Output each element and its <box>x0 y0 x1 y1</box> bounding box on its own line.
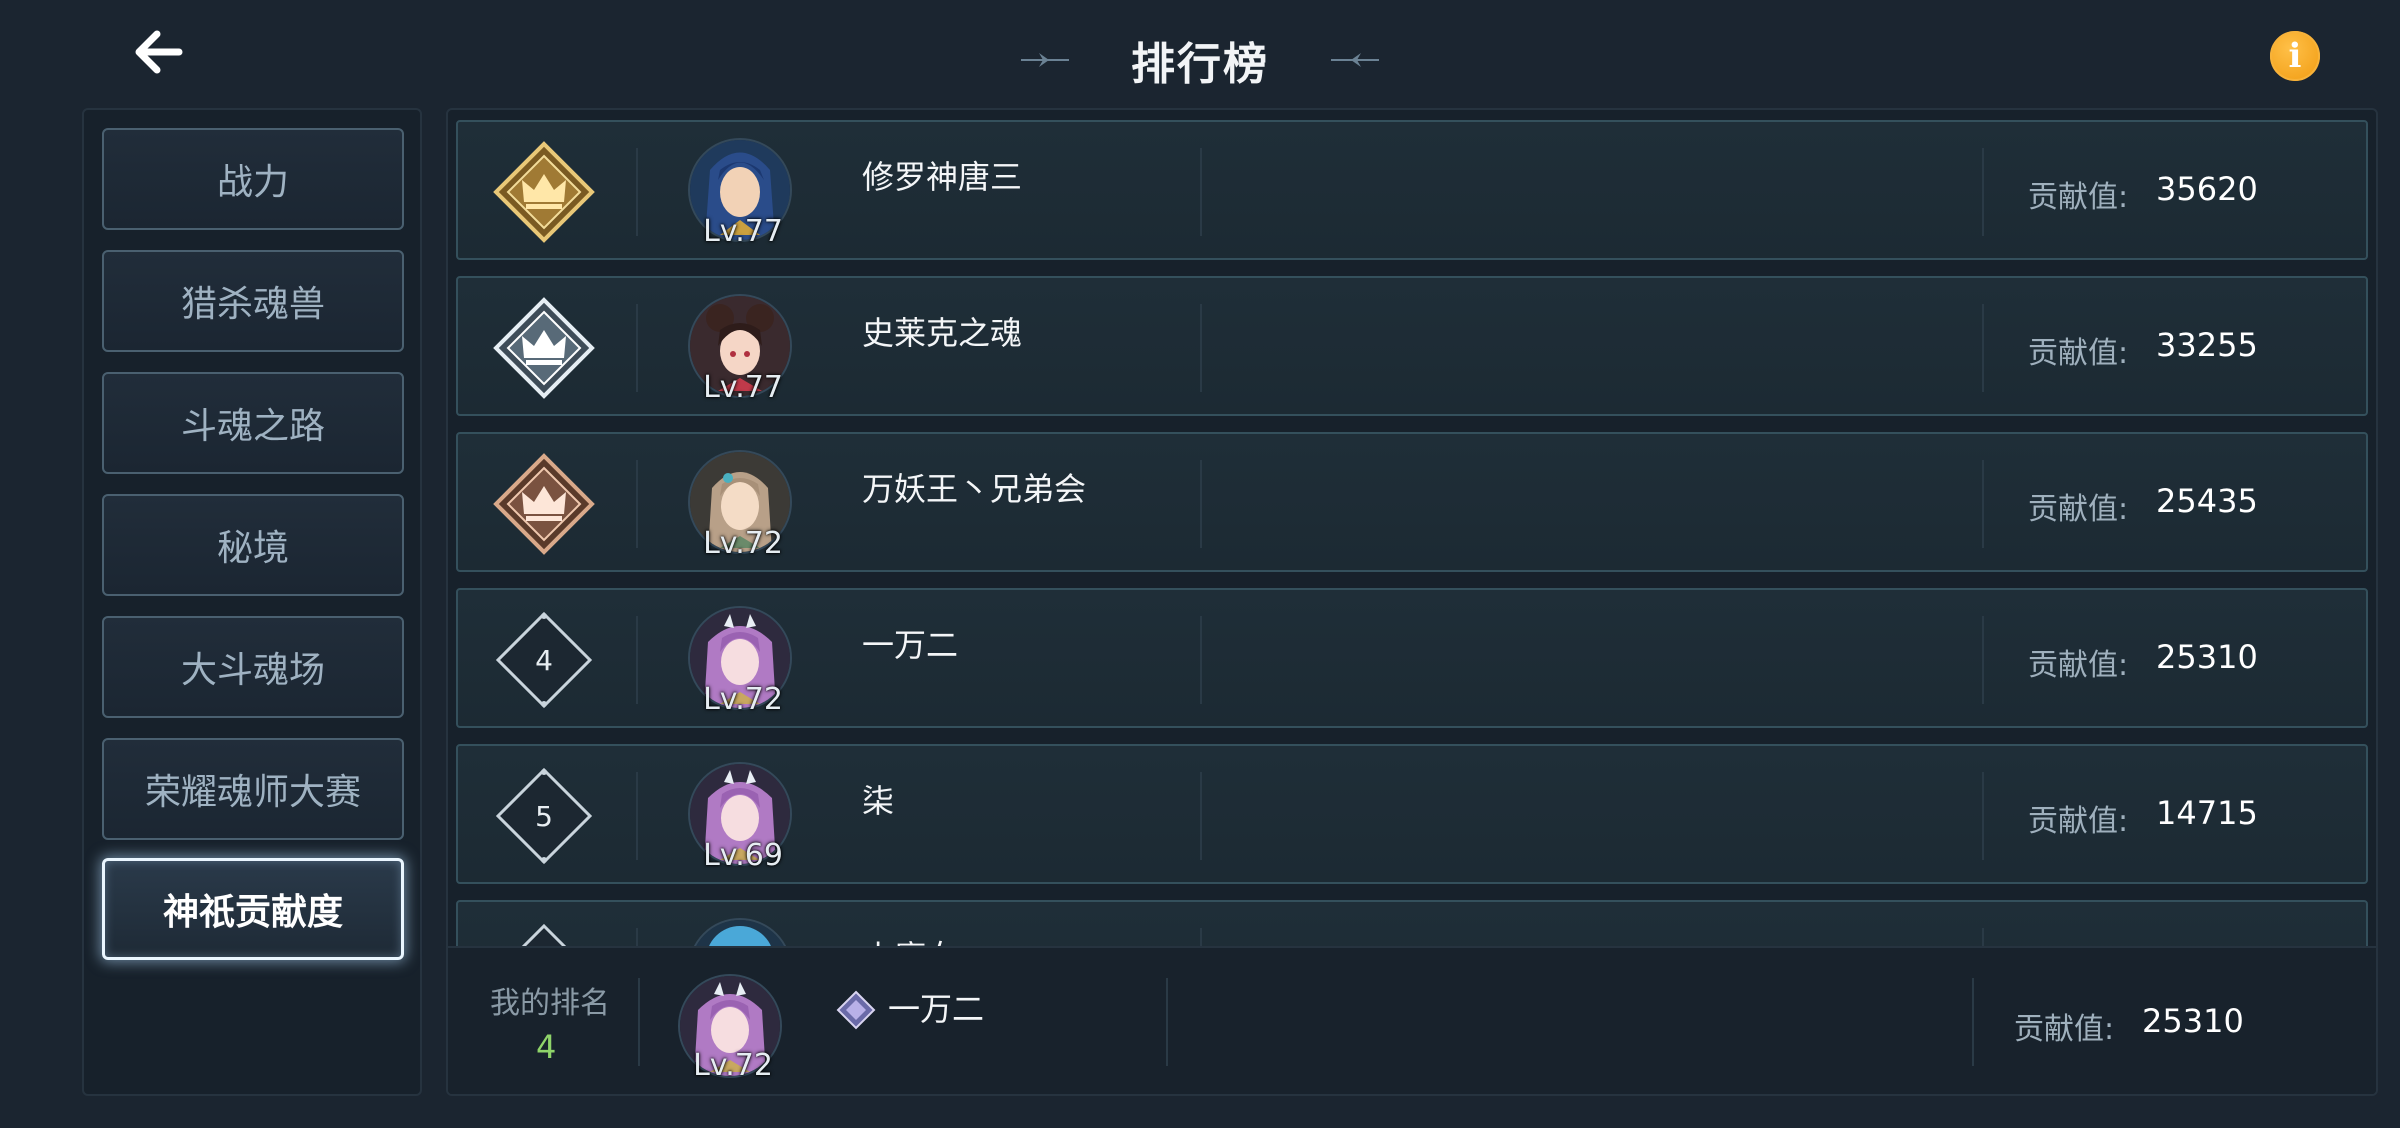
category-sidebar: 战力 猎杀魂兽 斗魂之路 秘境 大斗魂场 荣耀魂师大赛 神祇贡献度 <box>82 108 422 1096</box>
player-level: Lv.77 <box>703 370 783 405</box>
score-value: 25435 <box>2156 482 2258 520</box>
player-name: 修罗神唐三 <box>862 158 1023 196</box>
score-label: 贡献值: <box>2028 180 2129 215</box>
page-title: 排行榜 <box>1131 39 1269 90</box>
my-rank-label: 我的排名 <box>490 986 610 1021</box>
player-level: Lv.72 <box>703 682 783 717</box>
tab-arena[interactable]: 大斗魂场 <box>102 616 404 718</box>
score-label: 贡献值: <box>2028 648 2129 683</box>
player-level: Lv.72 <box>703 526 783 561</box>
header: 排行榜 <box>0 20 2400 100</box>
ranking-row[interactable]: Lv.77 修罗神唐三 贡献值: 35620 <box>456 120 2368 260</box>
tab-glory-tournament[interactable]: 荣耀魂师大赛 <box>102 738 404 840</box>
player-level: Lv.77 <box>703 214 783 249</box>
score-value: 14715 <box>2156 794 2258 832</box>
ranking-list: Lv.77 修罗神唐三 贡献值: 35620 Lv.77 史莱克之魂 贡献值: … <box>446 108 2378 1096</box>
tab-god-contribution[interactable]: 神祇贡献度 <box>102 858 404 960</box>
rank-number: 4 <box>535 643 553 677</box>
score-value: 35620 <box>2156 170 2258 208</box>
title-ornament-left-icon <box>1021 53 1069 67</box>
silver-crown-icon <box>493 297 595 399</box>
gold-crown-icon <box>493 141 595 243</box>
score-value: 33255 <box>2156 326 2258 364</box>
ranking-row[interactable]: 5 Lv.69 柒 贡献值: 14715 <box>456 744 2368 884</box>
rank-emblem-icon <box>836 990 876 1030</box>
tab-secret-realm[interactable]: 秘境 <box>102 494 404 596</box>
my-score-label: 贡献值: <box>2014 1012 2115 1047</box>
player-name: 一万二 <box>862 626 959 664</box>
score-label: 贡献值: <box>2028 804 2129 839</box>
ranking-row[interactable]: Lv.77 史莱克之魂 贡献值: 33255 <box>456 276 2368 416</box>
my-level: Lv.72 <box>693 1048 773 1083</box>
info-button[interactable]: i <box>2270 31 2320 81</box>
my-rank-number: 4 <box>536 1028 557 1066</box>
my-rank-bar: 我的排名 4 Lv.72 一万二 贡献值: 25310 <box>448 946 2376 1094</box>
title-ornament-right-icon <box>1331 53 1379 67</box>
info-icon: i <box>2288 36 2302 76</box>
tab-soul-road[interactable]: 斗魂之路 <box>102 372 404 474</box>
player-name: 柒 <box>862 782 895 820</box>
ranking-row[interactable]: 4 Lv.72 一万二 贡献值: 25310 <box>456 588 2368 728</box>
player-name: 万妖王丶兄弟会 <box>862 470 1087 508</box>
score-label: 贡献值: <box>2028 336 2129 371</box>
bronze-crown-icon <box>493 453 595 555</box>
score-label: 贡献值: <box>2028 492 2129 527</box>
tab-beast-hunt[interactable]: 猎杀魂兽 <box>102 250 404 352</box>
player-level: Lv.69 <box>703 838 783 873</box>
rank-number: 5 <box>535 799 553 833</box>
player-name: 史莱克之魂 <box>862 314 1023 352</box>
ranking-row[interactable]: Lv.72 万妖王丶兄弟会 贡献值: 25435 <box>456 432 2368 572</box>
tab-combat-power[interactable]: 战力 <box>102 128 404 230</box>
score-value: 25310 <box>2156 638 2258 676</box>
my-score-value: 25310 <box>2142 1002 2244 1040</box>
my-name: 一万二 <box>888 990 985 1028</box>
